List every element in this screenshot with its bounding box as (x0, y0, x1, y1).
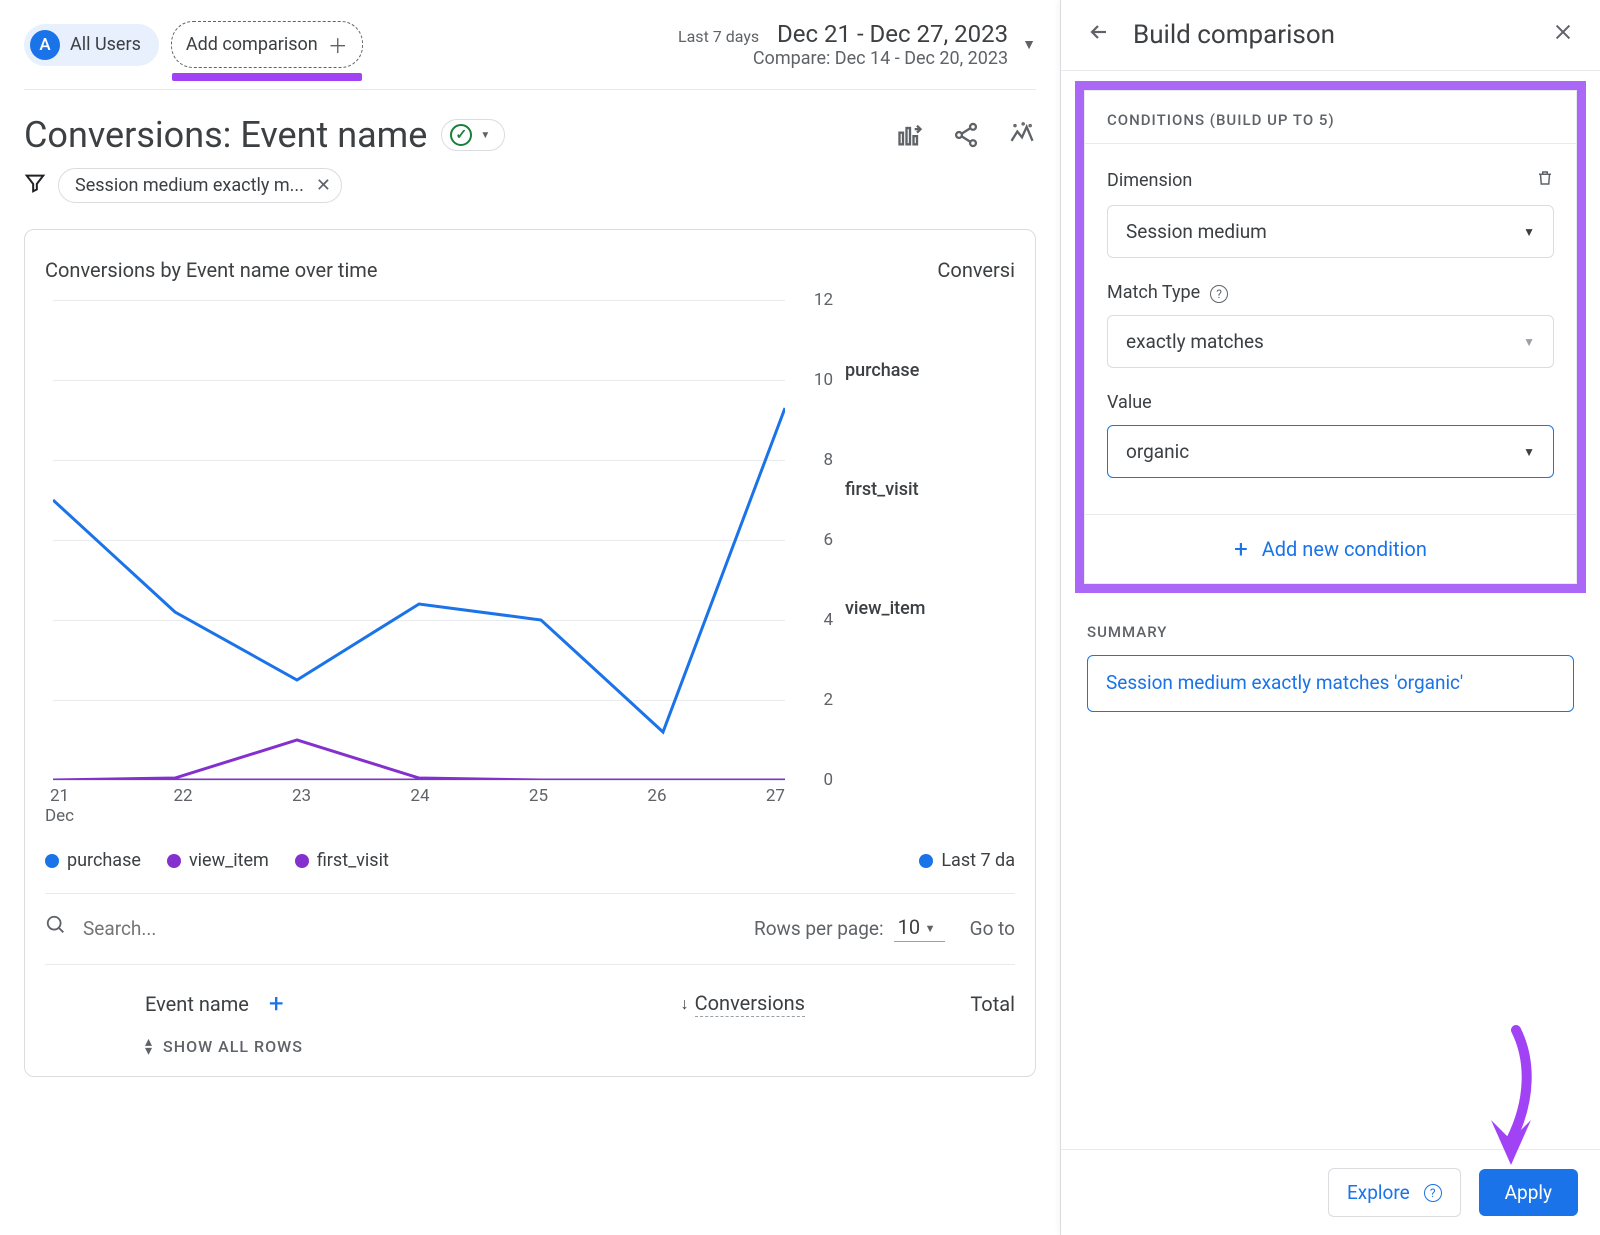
date-compare-text: Compare: Dec 14 - Dec 20, 2023 (678, 48, 1008, 69)
report-card: Conversions by Event name over time Conv… (24, 229, 1036, 1077)
conditions-header: CONDITIONS (BUILD UP TO 5) (1085, 91, 1576, 144)
match-type-label: Match Type (1107, 282, 1200, 303)
bar-label: view_item (845, 598, 1015, 619)
plus-icon: ＋ (328, 30, 348, 59)
filter-chip-label: Session medium exactly m... (75, 175, 304, 196)
insights-button[interactable] (1008, 121, 1036, 149)
legend-dot-icon (45, 854, 59, 868)
summary-chip[interactable]: Session medium exactly matches 'organic' (1087, 655, 1574, 712)
chart-title-left: Conversions by Event name over time (45, 258, 377, 282)
y-tick: 12 (814, 290, 833, 310)
x-tick: 26 (647, 786, 666, 826)
caret-down-icon: ▼ (1523, 445, 1535, 459)
customize-report-button[interactable] (896, 121, 924, 149)
plus-icon: + (1234, 535, 1248, 563)
build-comparison-panel: Build comparison CONDITIONS (BUILD UP TO… (1060, 0, 1600, 1235)
caret-down-icon: ▼ (480, 130, 490, 141)
help-icon[interactable]: ? (1210, 285, 1228, 303)
y-tick: 6 (823, 530, 833, 550)
page-title: Conversions: Event name (24, 114, 427, 156)
caret-down-icon: ▼ (1523, 335, 1535, 349)
status-dropdown[interactable]: ✓ ▼ (441, 119, 505, 151)
dimension-select[interactable]: Session medium ▼ (1107, 205, 1554, 258)
x-tick: 24 (410, 786, 429, 826)
apply-button[interactable]: Apply (1479, 1169, 1578, 1216)
segment-label: All Users (70, 34, 141, 55)
go-to-label: Go to (970, 917, 1015, 940)
value-label: Value (1107, 392, 1152, 413)
bar-label: purchase (845, 360, 1015, 381)
date-preset-label: Last 7 days (678, 27, 759, 46)
search-icon (45, 914, 67, 942)
chart-title-right: Conversi (937, 258, 1015, 282)
y-tick: 8 (823, 450, 833, 470)
legend-label: purchase (67, 850, 141, 871)
explore-button[interactable]: Explore ? (1328, 1168, 1461, 1217)
y-tick: 4 (823, 610, 833, 630)
filter-icon (24, 172, 46, 200)
close-icon[interactable]: ✕ (316, 175, 331, 196)
add-comparison-label: Add comparison (186, 34, 318, 55)
legend-item[interactable]: first_visit (295, 850, 389, 871)
show-all-rows-button[interactable]: ▴▾ SHOW ALL ROWS (45, 1019, 1015, 1056)
x-tick: 21Dec (45, 786, 74, 826)
column-label: Conversions (695, 991, 805, 1017)
select-value: exactly matches (1126, 330, 1264, 353)
y-tick: 2 (823, 690, 833, 710)
legend-label: first_visit (317, 850, 389, 871)
value-select[interactable]: organic ▼ (1107, 425, 1554, 478)
conditions-highlight: CONDITIONS (BUILD UP TO 5) Dimension Ses… (1075, 81, 1586, 593)
x-tick: 22 (173, 786, 192, 826)
legend-dot-icon (295, 854, 309, 868)
annotation-underline (172, 73, 362, 81)
column-event-name: Event name (145, 992, 249, 1016)
match-type-select[interactable]: exactly matches ▼ (1107, 315, 1554, 368)
search-input[interactable] (83, 917, 383, 940)
caret-down-icon: ▼ (1523, 225, 1535, 239)
bar-label: first_visit (845, 479, 1015, 500)
date-picker[interactable]: Last 7 days Dec 21 - Dec 27, 2023 Compar… (678, 20, 1036, 69)
add-dimension-button[interactable]: + (269, 989, 284, 1019)
rows-per-page-label: Rows per page: (754, 917, 884, 940)
x-tick: 23 (292, 786, 311, 826)
select-value: Session medium (1126, 220, 1267, 243)
add-condition-label: Add new condition (1262, 537, 1427, 561)
summary-header: SUMMARY (1087, 623, 1574, 655)
close-button[interactable] (1552, 21, 1574, 49)
legend-label: Last 7 da (941, 850, 1015, 871)
x-tick: 25 (529, 786, 548, 826)
y-tick: 0 (823, 770, 833, 790)
show-all-label: SHOW ALL ROWS (163, 1037, 303, 1056)
button-label: Explore (1347, 1181, 1410, 1204)
legend-item[interactable]: view_item (167, 850, 269, 871)
delete-condition-button[interactable] (1536, 168, 1554, 193)
panel-title: Build comparison (1133, 20, 1530, 50)
back-button[interactable] (1087, 20, 1111, 50)
share-button[interactable] (952, 121, 980, 149)
add-condition-button[interactable]: + Add new condition (1234, 535, 1427, 563)
date-range-text: Dec 21 - Dec 27, 2023 (777, 20, 1008, 48)
filter-chip[interactable]: Session medium exactly m... ✕ (58, 168, 342, 203)
select-value: organic (1126, 440, 1189, 463)
legend-item[interactable]: purchase (45, 850, 141, 871)
legend-dot-icon (167, 854, 181, 868)
y-tick: 10 (814, 370, 833, 390)
help-icon: ? (1424, 1184, 1442, 1202)
column-conversions[interactable]: ↓ Conversions (585, 991, 805, 1017)
line-chart[interactable]: 12 10 8 6 4 2 0 (53, 300, 845, 780)
segment-chip-all-users[interactable]: A All Users (24, 24, 159, 66)
dimension-label: Dimension (1107, 170, 1192, 191)
legend-item[interactable]: Last 7 da (919, 850, 1015, 871)
x-tick: 27 (766, 786, 785, 826)
sort-down-icon: ↓ (681, 994, 689, 1014)
rows-per-page-select[interactable]: 10 (894, 915, 945, 942)
column-total: Total (805, 992, 1015, 1016)
legend-label: view_item (189, 850, 269, 871)
chevron-down-icon: ▼ (1022, 36, 1036, 53)
avatar-icon: A (30, 30, 60, 60)
sort-icon: ▴▾ (145, 1038, 153, 1056)
add-comparison-button[interactable]: Add comparison ＋ (171, 21, 363, 68)
legend-dot-icon (919, 854, 933, 868)
check-circle-icon: ✓ (450, 124, 472, 146)
